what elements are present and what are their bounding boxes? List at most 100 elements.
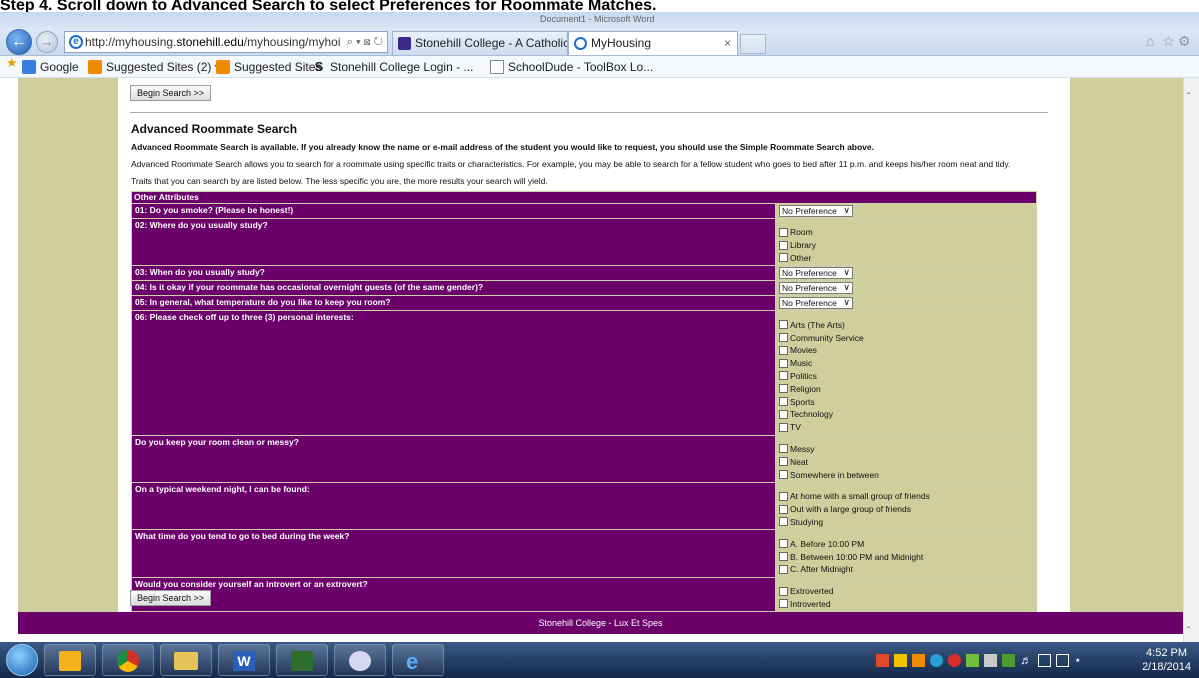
security-icon[interactable]	[948, 654, 961, 667]
scroll-down-icon[interactable]: ˇ	[1187, 626, 1190, 637]
preference-select[interactable]: No Preference ∨	[779, 297, 853, 310]
sync-icon[interactable]	[930, 654, 943, 667]
checkbox-option[interactable]: A. Before 10:00 PM	[779, 537, 1033, 550]
favorites-star-icon[interactable]: ★	[6, 56, 20, 70]
left-side-panel	[18, 78, 118, 612]
ppt-icon[interactable]	[912, 654, 925, 667]
app-taskbar-button[interactable]	[276, 644, 328, 676]
tab-myhousing[interactable]: MyHousing ×	[568, 31, 738, 55]
checkbox[interactable]	[779, 384, 788, 394]
checkbox[interactable]	[779, 345, 788, 355]
checkbox[interactable]	[779, 539, 788, 549]
bluetooth-icon[interactable]: ⋆	[1074, 654, 1087, 667]
checkbox[interactable]	[779, 333, 788, 343]
checkbox[interactable]	[779, 564, 788, 574]
favorite-suggested-sites-2[interactable]: Suggested Sites (2) ▾	[88, 56, 221, 78]
home-icon[interactable]: ⌂	[1146, 33, 1154, 49]
file-explorer-taskbar-button[interactable]	[160, 644, 212, 676]
checkbox[interactable]	[779, 409, 788, 419]
checkbox[interactable]	[779, 253, 788, 263]
preference-select[interactable]: No Preference ∨	[779, 282, 853, 295]
checkbox-option[interactable]: Studying	[779, 516, 1033, 529]
checkbox[interactable]	[779, 227, 788, 237]
checkbox[interactable]	[779, 552, 788, 562]
outlook-taskbar-button[interactable]	[44, 644, 96, 676]
checkbox[interactable]	[779, 371, 788, 381]
checkbox[interactable]	[779, 517, 788, 527]
checkbox-option[interactable]: Room	[779, 226, 1033, 239]
checkbox[interactable]	[779, 586, 788, 596]
checkbox-option[interactable]: Neat	[779, 455, 1033, 468]
checkbox[interactable]	[779, 470, 788, 480]
ie-taskbar-button[interactable]: e	[392, 644, 444, 676]
favorite-stonehill-login[interactable]: S Stonehill College Login - ...	[312, 56, 474, 78]
begin-search-button-bottom[interactable]: Begin Search >>	[130, 590, 212, 606]
checkbox-option[interactable]: Somewhere in between	[779, 468, 1033, 481]
checkbox-option[interactable]: Extroverted	[779, 585, 1033, 598]
checkbox-option[interactable]: Religion	[779, 382, 1033, 395]
preference-select[interactable]: No Preference ∨	[779, 205, 853, 217]
checkbox-option[interactable]: TV	[779, 421, 1033, 434]
checkbox[interactable]	[779, 599, 788, 609]
display-icon[interactable]	[1038, 654, 1051, 667]
address-tools[interactable]: ⌕ ▾ ⊠ ↻	[347, 32, 383, 52]
checkbox[interactable]	[779, 397, 788, 407]
favorite-suggested-sites[interactable]: Suggested Sites	[216, 56, 321, 78]
checkbox-option[interactable]: Sports	[779, 395, 1033, 408]
vertical-scrollbar[interactable]: ˆ ˇ	[1183, 78, 1199, 642]
checkbox-option[interactable]: Movies	[779, 344, 1033, 357]
checkbox[interactable]	[779, 457, 788, 467]
checkbox[interactable]	[779, 320, 788, 330]
checkbox-option[interactable]: Music	[779, 357, 1033, 370]
checkbox-label: Technology	[790, 409, 834, 420]
checkbox-option[interactable]: Library	[779, 239, 1033, 252]
checkbox-option[interactable]: Messy	[779, 443, 1033, 456]
attribute-answer: Messy Neat Somewhere in between	[775, 434, 1037, 483]
checkbox-option[interactable]: Arts (The Arts)	[779, 318, 1033, 331]
favorite-schooldude[interactable]: SchoolDude - ToolBox Lo...	[490, 56, 653, 78]
checkbox-option[interactable]: Politics	[779, 370, 1033, 383]
favorite-google[interactable]: Google	[22, 56, 79, 78]
checkbox-option[interactable]: Technology	[779, 408, 1033, 421]
device-icon[interactable]	[984, 654, 997, 667]
favorites-star-icon[interactable]: ☆	[1162, 33, 1175, 50]
system-clock[interactable]: 4:52 PM 2/18/2014	[1142, 646, 1191, 674]
back-button[interactable]: ←	[6, 29, 32, 55]
volume-icon[interactable]: ♬	[1020, 654, 1033, 667]
gear-icon[interactable]: ⚙	[1178, 33, 1191, 50]
address-bar[interactable]: e http://myhousing.stonehill.edu/myhousi…	[64, 31, 388, 53]
mail-icon[interactable]	[894, 654, 907, 667]
preference-select[interactable]: No Preference ∨	[779, 267, 853, 280]
checkbox[interactable]	[779, 491, 788, 501]
network-status-icon[interactable]	[966, 654, 979, 667]
checkbox[interactable]	[779, 504, 788, 514]
begin-search-button-top[interactable]: Begin Search >>	[130, 85, 212, 101]
checkbox-option[interactable]: B. Between 10:00 PM and Midnight	[779, 550, 1033, 563]
update-icon[interactable]	[1002, 654, 1015, 667]
new-tab-button[interactable]	[740, 34, 766, 54]
checkbox[interactable]	[779, 240, 788, 250]
paint-taskbar-button[interactable]	[334, 644, 386, 676]
scroll-up-icon[interactable]: ˆ	[1187, 92, 1190, 103]
close-tab-icon[interactable]: ×	[724, 32, 731, 54]
checkbox[interactable]	[779, 444, 788, 454]
checkbox-option[interactable]: At home with a small group of friends	[779, 490, 1033, 503]
tab-stonehill[interactable]: Stonehill College - A Catholic ...	[392, 31, 568, 55]
table-header-row: Other Attributes	[131, 191, 1037, 204]
checkbox-option[interactable]: C. After Midnight	[779, 563, 1033, 576]
checkbox[interactable]	[779, 422, 788, 432]
office-icon[interactable]	[876, 654, 889, 667]
network-icon[interactable]	[1056, 654, 1069, 667]
checkbox-option[interactable]: Other	[779, 252, 1033, 265]
checkbox-option[interactable]: Out with a large group of friends	[779, 503, 1033, 516]
checkbox-option[interactable]: Introverted	[779, 598, 1033, 611]
chrome-taskbar-button[interactable]	[102, 644, 154, 676]
chevron-down-icon: ∨	[843, 267, 850, 278]
outlook-icon	[59, 651, 81, 671]
checkbox[interactable]	[779, 358, 788, 368]
checkbox-option[interactable]: Community Service	[779, 331, 1033, 344]
word-taskbar-button[interactable]: W	[218, 644, 270, 676]
forward-button[interactable]: →	[36, 31, 58, 53]
start-button[interactable]	[6, 644, 38, 676]
checkbox-label: At home with a small group of friends	[790, 491, 930, 502]
